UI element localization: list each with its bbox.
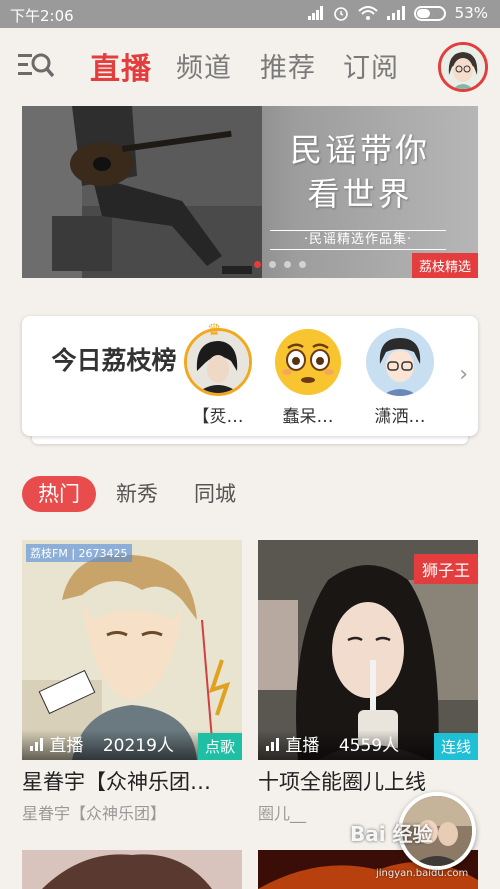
tab-channel[interactable]: 频道: [176, 46, 232, 85]
rank-tag: 狮子王: [413, 554, 478, 584]
battery-percent: 53%: [454, 4, 488, 22]
banner-pagination: [254, 261, 306, 268]
live-info: 直播 20219人: [30, 731, 174, 756]
tab-recommend[interactable]: 推荐: [260, 46, 316, 85]
pagination-dot: [299, 261, 306, 268]
bars-icon: [266, 738, 279, 751]
watermark: Bai 经验: [350, 822, 433, 846]
listener-count: 4559人: [338, 736, 400, 756]
flushed-emoji-icon: [275, 329, 341, 395]
pagination-dot: [269, 261, 276, 268]
ranking-name: 蠢呆…: [282, 407, 334, 427]
tab-live[interactable]: 直播: [90, 44, 152, 88]
ranking-item[interactable]: 潇洒…: [362, 328, 438, 427]
banner-title-line1: 民谣带你: [289, 131, 430, 169]
chevron-right-icon[interactable]: ›: [459, 362, 468, 387]
card-title: 星眷宇【众神乐团…: [22, 770, 211, 794]
fm-tag: 荔枝FM | 2673425: [26, 544, 132, 562]
cell-signal-icon: [386, 6, 405, 20]
cover-image-partial: [22, 850, 242, 889]
pagination-dot: [254, 261, 261, 268]
live-card-partial[interactable]: [22, 850, 242, 889]
live-card-image: 荔枝FM | 2673425 直播 20219人 点歌: [22, 540, 242, 760]
ranking-card[interactable]: 今日荔枝榜 ♛ 【烎… 蠢呆… 潇洒… ›: [22, 316, 478, 436]
card-title: 十项全能圈儿上线: [258, 770, 426, 794]
status-icons: 53%: [307, 4, 488, 22]
user-avatar-image: [441, 45, 485, 89]
wifi-icon: [357, 6, 378, 20]
anime-cover-image: [22, 540, 242, 760]
avatar: [366, 328, 434, 396]
live-card[interactable]: 狮子王 直播 4559人 连线 十项全能圈儿上线 圈儿__: [258, 540, 478, 824]
subtab-hot[interactable]: 热门: [22, 476, 96, 512]
tab-subscribe[interactable]: 订阅: [343, 46, 399, 85]
battery-fill: [416, 8, 431, 18]
live-label: 直播: [49, 736, 84, 756]
live-card[interactable]: 荔枝FM | 2673425 直播 20219人 点歌 星眷宇【众神乐团… 星眷…: [22, 540, 242, 824]
avatar: [274, 328, 342, 396]
banner-title-line2: 看世界: [307, 175, 413, 213]
live-info: 直播 4559人: [266, 731, 399, 756]
subtab-local[interactable]: 同城: [194, 476, 236, 512]
ranking-item[interactable]: ♛ 【烎…: [180, 320, 256, 427]
alarm-icon: [333, 7, 348, 21]
watermark-url: jingyan.baidu.com: [376, 868, 469, 879]
avatar[interactable]: [438, 42, 488, 92]
connect-button[interactable]: 连线: [433, 733, 478, 760]
pagination-dot: [284, 261, 291, 268]
ranking-name: 潇洒…: [374, 407, 426, 427]
battery-icon: [413, 5, 446, 21]
banner-title: 民谣带你 看世界: [260, 128, 460, 216]
listener-count: 20219人: [102, 736, 174, 756]
banner-guitarist-image: [22, 106, 262, 278]
ranking-title: 今日荔枝榜: [51, 346, 177, 375]
live-label: 直播: [285, 736, 320, 756]
banner-tag: 荔枝精选: [411, 253, 478, 278]
subtab-newcomer[interactable]: 新秀: [116, 476, 158, 512]
card-subtitle: 星眷宇【众神乐团】: [22, 804, 167, 823]
crown-icon: ♛: [207, 320, 222, 339]
status-bar: 下午2:06 53%: [0, 0, 500, 28]
ranking-item[interactable]: 蠢呆…: [270, 328, 346, 427]
signal-icon: [307, 6, 323, 20]
request-song-button[interactable]: 点歌: [197, 733, 242, 760]
ranking-name: 【烎…: [192, 407, 244, 427]
menu-search-icon[interactable]: [18, 52, 54, 78]
live-card-image: 狮子王 直播 4559人 连线: [258, 540, 478, 760]
banner[interactable]: 民谣带你 看世界 ·民谣精选作品集· 荔枝精选: [22, 106, 478, 278]
bars-icon: [30, 738, 43, 751]
top-nav: 直播 频道 推荐 订阅: [0, 28, 500, 102]
banner-subtitle: ·民谣精选作品集·: [270, 230, 446, 250]
status-time: 下午2:06: [10, 7, 74, 25]
